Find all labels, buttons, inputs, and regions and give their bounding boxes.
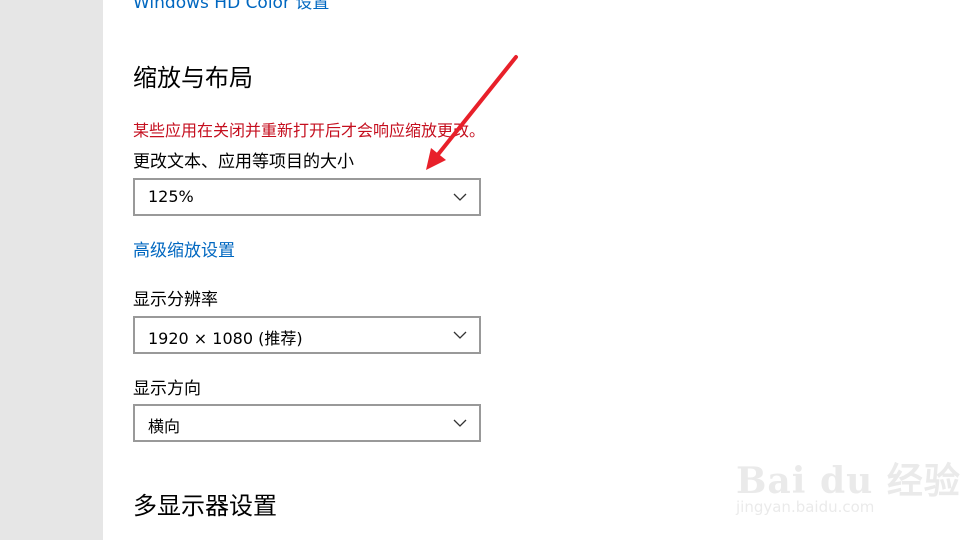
orientation-label: 显示方向 (133, 379, 201, 399)
resolution-label: 显示分辨率 (133, 290, 218, 310)
chevron-down-icon (453, 331, 467, 339)
section-title-multi-display: 多显示器设置 (133, 492, 277, 520)
baidu-jingyan-watermark: Bai du 经验 jingyan.baidu.com (718, 432, 960, 524)
chevron-down-icon (453, 419, 467, 427)
resolution-dropdown[interactable]: 1920 × 1080 (推荐) (133, 316, 481, 354)
scale-dropdown[interactable]: 125% (133, 178, 481, 216)
size-label: 更改文本、应用等项目的大小 (133, 152, 354, 172)
chevron-down-icon (453, 193, 467, 201)
scale-warning-text: 某些应用在关闭并重新打开后才会响应缩放更改。 (133, 121, 486, 140)
section-title-scale-layout: 缩放与布局 (133, 64, 253, 92)
watermark-brand: Bai du 经验 (736, 460, 960, 502)
advanced-scaling-link[interactable]: 高级缩放设置 (133, 236, 235, 261)
orientation-dropdown[interactable]: 横向 (133, 404, 481, 442)
resolution-dropdown-value: 1920 × 1080 (推荐) (148, 329, 303, 348)
orientation-dropdown-value: 横向 (148, 417, 181, 436)
hd-color-settings-link[interactable]: Windows HD Color 设置 (133, 0, 329, 13)
sidebar-strip (0, 0, 103, 540)
scale-dropdown-value: 125% (148, 187, 194, 206)
watermark-url: jingyan.baidu.com (736, 498, 875, 516)
